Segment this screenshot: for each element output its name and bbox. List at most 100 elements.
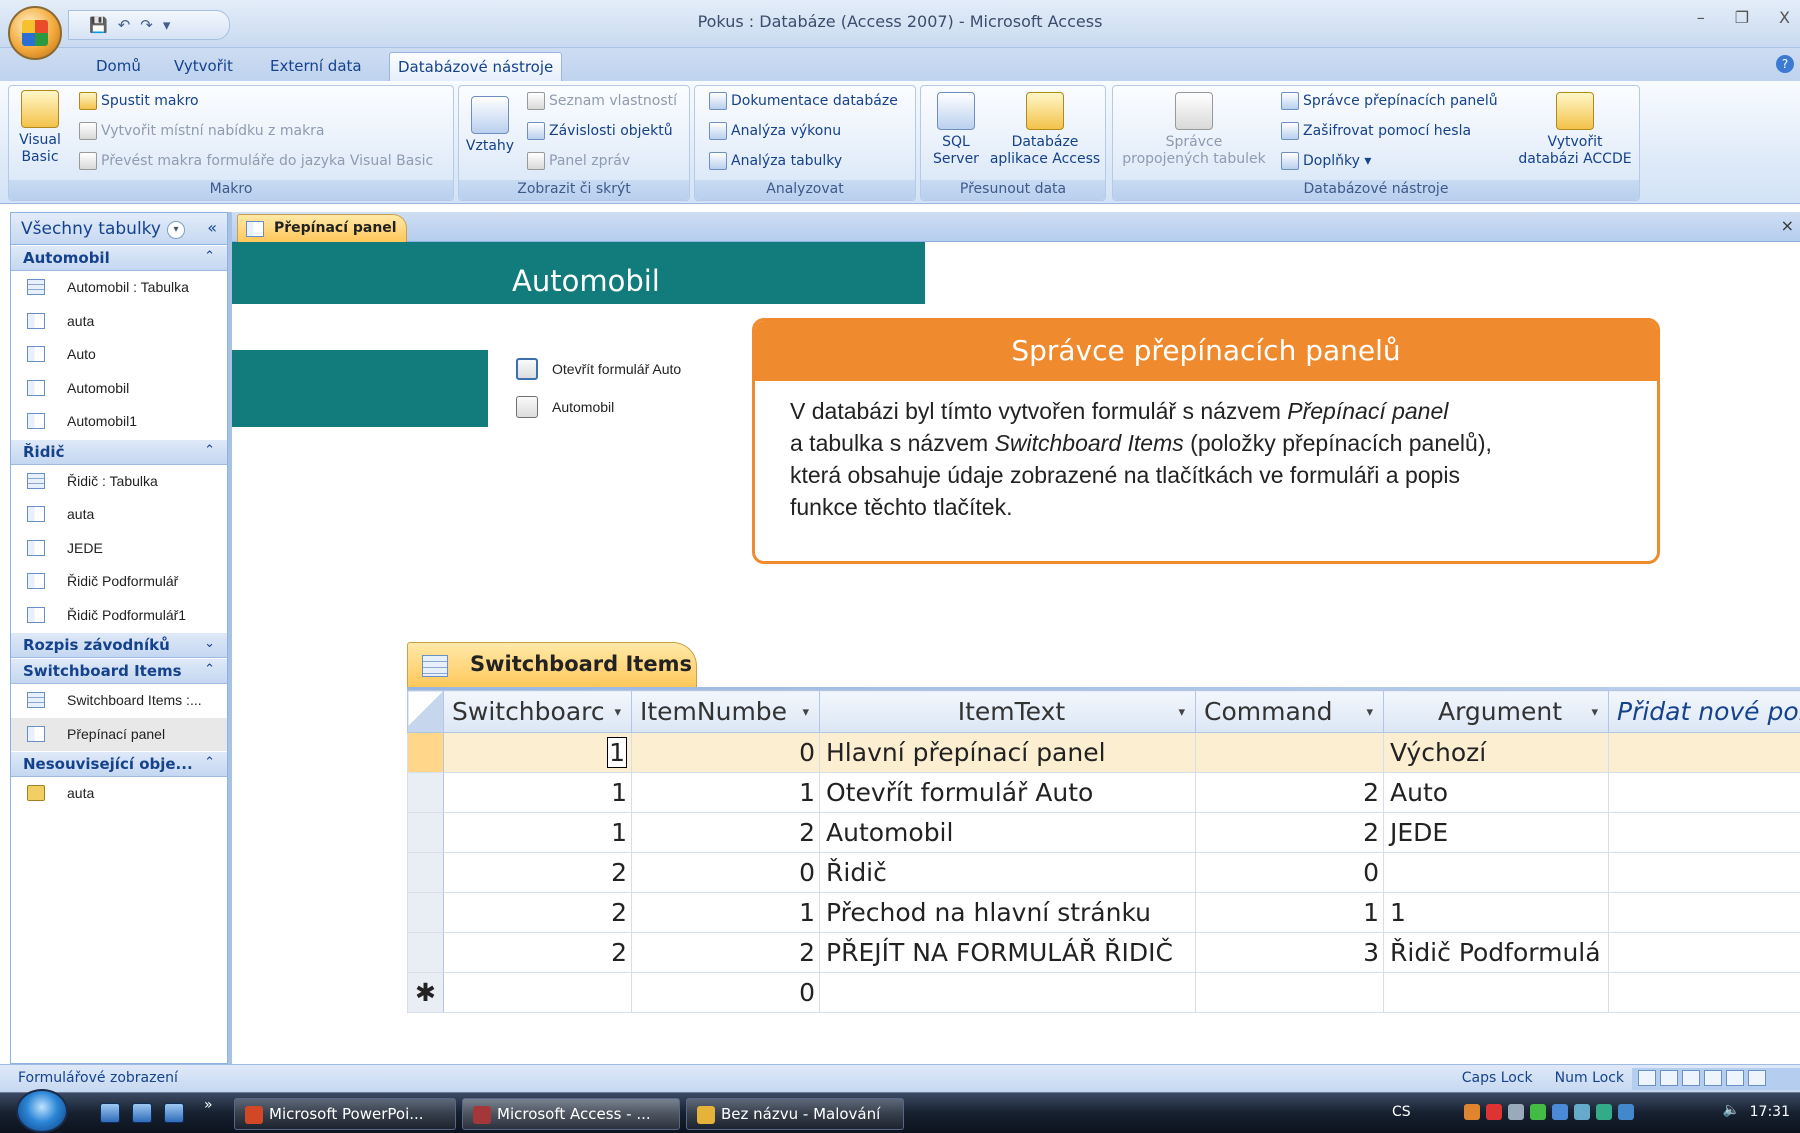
cell-itemtext[interactable]: Přechod na hlavní stránku [819,892,1196,933]
cell-switchboard[interactable]: 1 [443,732,632,773]
access-database-button[interactable]: Databáze aplikace Access [987,92,1103,168]
cell-itemnumber[interactable]: 1 [631,892,820,933]
design-view-icon[interactable] [1748,1070,1766,1086]
quick-launch-more-icon[interactable]: » [204,1097,213,1113]
tray-app-icon[interactable] [1574,1104,1590,1120]
cell-command[interactable]: 1 [1195,892,1384,933]
cell-itemnumber[interactable]: 1 [631,772,820,813]
make-accde-button[interactable]: Vytvořit databázi ACCDE [1513,92,1637,168]
doc-tab-prepinaci-panel[interactable]: Přepínací panel [237,214,407,242]
help-icon[interactable]: ? [1776,55,1794,73]
cell-command[interactable]: 0 [1195,852,1384,893]
tray-app-icon[interactable] [1530,1104,1546,1120]
nav-item-ridic-podformular1[interactable]: Řidič Podformulář1 [11,599,227,633]
tab-domu[interactable]: Domů [88,52,149,81]
layout-view-icon[interactable] [1726,1070,1744,1086]
close-button[interactable]: X [1779,8,1790,27]
chevron-down-icon[interactable]: ▾ [1591,705,1598,720]
cell-empty[interactable] [1608,892,1800,933]
row-selector[interactable] [407,932,444,973]
column-header-command[interactable]: Command ▾ [1195,690,1384,733]
column-header-argument[interactable]: Argument ▾ [1383,690,1609,733]
tab-databazove-nastroje[interactable]: Databázové nástroje [389,52,563,81]
tab-vytvorit[interactable]: Vytvořit [166,52,241,81]
run-macro-button[interactable]: Spustit makro [79,92,199,110]
cell-empty[interactable] [1608,732,1800,773]
cell-empty[interactable] [1608,972,1800,1013]
chevron-down-icon[interactable]: ▾ [167,221,185,239]
nav-item-ridic-tabulka[interactable]: Řidič : Tabulka [11,465,227,499]
pivot-table-view-icon[interactable] [1682,1070,1700,1086]
nav-item-jede[interactable]: JEDE [11,532,227,566]
show-desktop-icon[interactable] [100,1103,120,1123]
language-indicator[interactable]: CS [1392,1104,1411,1120]
pivot-chart-view-icon[interactable] [1704,1070,1722,1086]
cell-itemnumber[interactable]: 2 [631,812,820,853]
chevron-down-icon[interactable]: ▾ [1366,705,1373,720]
nav-group-ridic[interactable]: Řidič ⌃ [11,438,227,465]
cell-command[interactable]: 3 [1195,932,1384,973]
cell-argument[interactable]: 1 [1383,892,1609,933]
cell-itemtext[interactable]: Řidič [819,852,1196,893]
datasheet-tab[interactable]: Switchboard Items [407,642,697,688]
nav-item-switchboard-items[interactable]: Switchboard Items :... [11,684,227,718]
cell-empty[interactable] [1608,812,1800,853]
cell-switchboard[interactable]: 2 [443,892,632,933]
start-button[interactable] [16,1089,78,1133]
analyze-table-button[interactable]: Analýza tabulky [709,152,842,170]
new-record-icon[interactable]: ✱ [407,972,444,1013]
cell-command[interactable] [1195,972,1384,1013]
property-sheet-button[interactable]: Seznam vlastností [527,92,677,110]
database-documenter-button[interactable]: Dokumentace databáze [709,92,898,110]
cell-itemnumber[interactable]: 0 [631,972,820,1013]
datasheet-view-icon[interactable] [1660,1070,1678,1086]
nav-item-automobil1[interactable]: Automobil1 [11,405,227,439]
nav-group-switchboard[interactable]: Switchboard Items ⌃ [11,658,227,684]
cell-itemtext[interactable] [819,972,1196,1013]
close-document-icon[interactable]: × [1781,216,1794,235]
relationships-button[interactable]: Vztahy [465,96,515,155]
nav-group-nesouvisejici[interactable]: Nesouvisející obje... ⌃ [11,751,227,777]
cell-switchboard[interactable] [443,972,632,1013]
cell-argument[interactable] [1383,972,1609,1013]
cell-argument[interactable]: Řidič Podformulá [1383,932,1609,973]
cell-command[interactable]: 2 [1195,772,1384,813]
cell-argument[interactable] [1383,852,1609,893]
switchboard-button-1[interactable] [516,358,538,380]
nav-group-automobil[interactable]: Automobil ⌃ [11,245,227,271]
encrypt-password-button[interactable]: Zašifrovat pomocí hesla [1281,122,1471,140]
navigation-pane-header[interactable]: Všechny tabulky ▾ « [11,213,227,245]
column-header-itemnumber[interactable]: ItemNumbe ▾ [631,690,820,733]
switch-windows-icon[interactable] [132,1103,152,1123]
tab-externi-data[interactable]: Externí data [262,52,370,81]
chevron-down-icon[interactable]: ▾ [1178,705,1185,720]
cell-itemnumber[interactable]: 0 [631,732,820,773]
cell-switchboard[interactable]: 2 [443,852,632,893]
object-dependencies-button[interactable]: Závislosti objektů [527,122,673,140]
clock[interactable]: 17:31 [1750,1104,1790,1120]
cell-command[interactable]: 2 [1195,812,1384,853]
chevron-down-icon[interactable]: ▾ [614,705,621,720]
row-selector[interactable] [407,892,444,933]
convert-macros-button[interactable]: Převést makra formuláře do jazyka Visual… [79,152,433,170]
row-selector[interactable] [407,732,444,773]
linked-table-manager-button[interactable]: Správce propojených tabulek [1115,92,1273,168]
tray-app-icon[interactable] [1552,1104,1568,1120]
cell-itemtext[interactable]: Otevřít formulář Auto [819,772,1196,813]
nav-item-auta[interactable]: auta [11,305,227,339]
restore-button[interactable]: ❐ [1735,8,1749,27]
column-header-switchboard[interactable]: Switchboarc ▾ [443,690,632,733]
internet-explorer-icon[interactable] [164,1103,184,1123]
tray-app-icon[interactable] [1508,1104,1524,1120]
switchboard-button-2[interactable] [516,396,538,418]
create-shortcut-menu-button[interactable]: Vytvořit místní nabídku z makra [79,122,325,140]
nav-item-auto[interactable]: Auto [11,338,227,372]
cell-itemtext[interactable]: PŘEJÍT NA FORMULÁŘ ŘIDIČ [819,932,1196,973]
cell-argument[interactable]: Výchozí [1383,732,1609,773]
nav-item-ridic-podformular[interactable]: Řidič Podformulář [11,565,227,599]
cell-empty[interactable] [1608,932,1800,973]
tray-app-icon[interactable] [1596,1104,1612,1120]
speaker-icon[interactable]: 🔈 [1723,1102,1740,1118]
taskbar-item-powerpoint[interactable]: Microsoft PowerPoi... [234,1098,456,1130]
form-view-icon[interactable] [1638,1070,1656,1086]
